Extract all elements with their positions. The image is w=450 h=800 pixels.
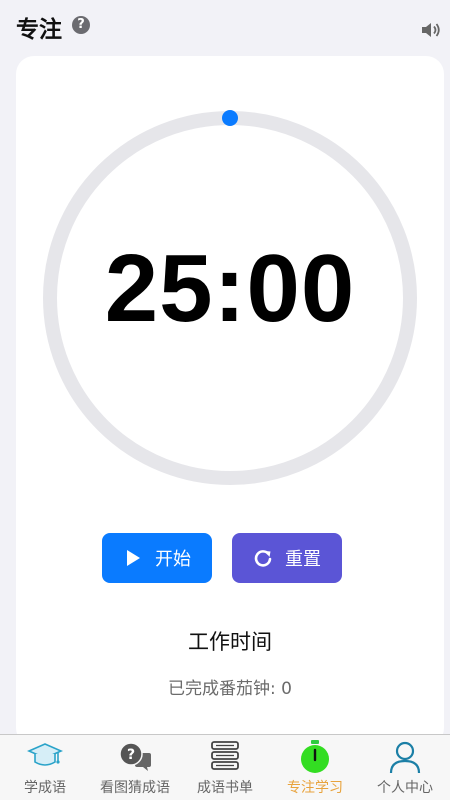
speaker-icon[interactable] (420, 20, 442, 40)
completed-count: 已完成番茄钟: 0 (168, 679, 292, 699)
tab-picture-guess[interactable]: ? 看图猜成语 (90, 735, 180, 800)
tab-label: 看图猜成语 (100, 780, 170, 796)
start-button-label: 开始 (155, 549, 191, 570)
timer-display: 25:00 (104, 235, 356, 342)
tab-focus-study[interactable]: 专注学习 (270, 735, 360, 800)
progress-indicator (222, 110, 238, 126)
reset-button-label: 重置 (285, 549, 321, 570)
tab-idiom-books[interactable]: 成语书单 (180, 735, 270, 800)
question-chat-icon: ? (119, 742, 151, 771)
reset-button[interactable]: 重置 (232, 533, 342, 583)
tab-label: 专注学习 (287, 780, 343, 796)
timer-card: 25:00 开始 重置 工作时间 已完成番茄钟: 0 (16, 56, 444, 746)
mode-label: 工作时间 (188, 630, 272, 654)
page-title: 专注 (16, 17, 62, 43)
top-bar: 专注 ? (0, 0, 450, 52)
tab-bar: 学成语 ? 看图猜成语 成语书单 专注学习 个人中心 (0, 734, 450, 800)
stopwatch-icon (301, 740, 329, 773)
refresh-icon (254, 550, 272, 567)
tab-learn-idioms[interactable]: 学成语 (0, 735, 90, 800)
help-icon[interactable]: ? (72, 16, 90, 34)
tab-label: 个人中心 (377, 780, 433, 796)
start-button[interactable]: 开始 (102, 533, 212, 583)
tab-label: 学成语 (24, 780, 66, 796)
book-stack-icon (211, 741, 239, 770)
play-icon (127, 550, 140, 566)
graduation-cap-icon (27, 743, 63, 766)
svg-text:?: ? (127, 747, 135, 763)
tab-label: 成语书单 (197, 780, 253, 796)
tab-profile[interactable]: 个人中心 (360, 735, 450, 800)
user-icon (389, 741, 421, 774)
